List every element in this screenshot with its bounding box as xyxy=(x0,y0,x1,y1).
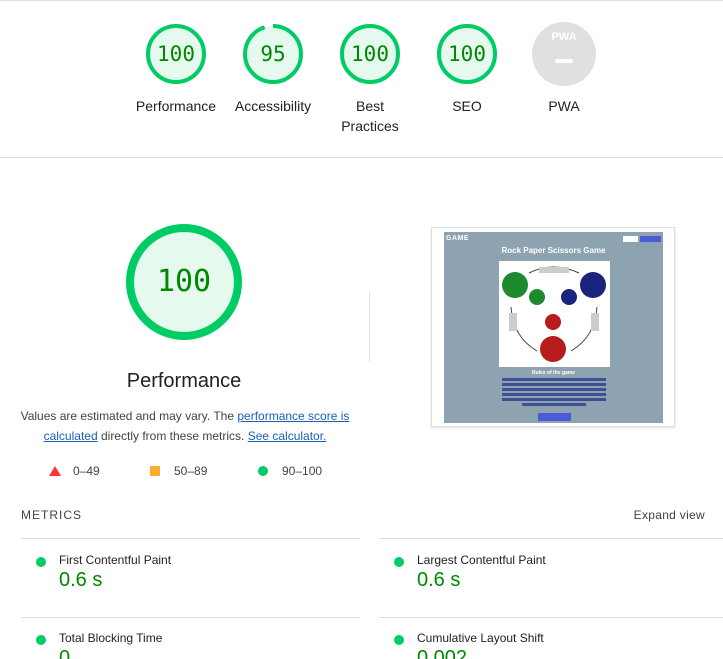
gauge-seo[interactable]: 100 SEO xyxy=(417,22,517,116)
screenshot-text-line xyxy=(502,383,606,386)
metric-name: Cumulative Layout Shift xyxy=(417,631,544,645)
gauge-label: SEO xyxy=(452,98,482,114)
final-screenshot[interactable]: GAME Rock Paper Scissors Game Rules of t… xyxy=(431,227,675,427)
pwa-badge: PWA xyxy=(532,22,596,86)
gauge-label: Accessibility xyxy=(234,98,312,114)
pass-icon xyxy=(36,635,46,645)
performance-score: 100 xyxy=(156,264,212,299)
metric-divider xyxy=(21,538,360,539)
gauge-score: 100 xyxy=(157,42,195,66)
performance-description: Values are estimated and may vary. The p… xyxy=(20,406,350,446)
gauge-performance[interactable]: 100 Performance xyxy=(126,22,226,116)
screenshot-title: Rock Paper Scissors Game xyxy=(501,246,606,255)
screenshot-text-line xyxy=(502,378,606,381)
metric-divider xyxy=(21,617,360,618)
vertical-divider xyxy=(369,292,370,362)
description-text: Values are estimated and may vary. The xyxy=(20,409,238,423)
metric-divider xyxy=(379,538,723,539)
dash-icon xyxy=(555,59,573,63)
metric-value: 0.002 xyxy=(417,647,468,659)
screenshot-text-line xyxy=(502,398,606,401)
expand-view-toggle[interactable]: Expand view xyxy=(634,508,705,522)
gauge-label: Performance xyxy=(135,98,217,114)
performance-gauge: 100 xyxy=(124,222,244,342)
circle-icon xyxy=(258,466,268,476)
screenshot-image: GAME Rock Paper Scissors Game Rules of t… xyxy=(444,232,663,423)
metrics-heading: METRICS xyxy=(21,508,82,522)
description-text: directly from these metrics. xyxy=(97,429,248,443)
screenshot-rules-title: Rules of the game xyxy=(531,370,576,376)
score-summary: 100 Performance 95 Accessibility 100 Bes… xyxy=(0,4,723,158)
gauge-score: 100 xyxy=(448,42,486,66)
gauge-best-practices[interactable]: 100 Best Practices xyxy=(320,22,420,136)
gauge-score: 95 xyxy=(260,42,286,66)
triangle-icon xyxy=(49,466,61,476)
pass-icon xyxy=(36,557,46,567)
screenshot-text-line xyxy=(502,393,606,396)
gauge-label: PWA xyxy=(548,98,580,114)
screenshot-button xyxy=(640,236,661,242)
screenshot-text-line xyxy=(522,403,586,406)
gauge-accessibility[interactable]: 95 Accessibility xyxy=(223,22,323,116)
game-diagram-art xyxy=(502,266,606,362)
metric-name: First Contentful Paint xyxy=(59,553,172,567)
calculator-link[interactable]: See calculator. xyxy=(248,429,327,443)
pass-icon xyxy=(394,557,404,567)
legend-range: 50–89 xyxy=(174,464,208,478)
screenshot-text-line xyxy=(502,388,606,391)
metric-name: Total Blocking Time xyxy=(59,631,163,645)
gauge-pwa[interactable]: PWA PWA xyxy=(514,22,614,116)
pwa-badge-text: PWA xyxy=(551,31,577,43)
legend-range: 90–100 xyxy=(282,464,323,478)
legend-range: 0–49 xyxy=(73,464,100,478)
performance-title: Performance xyxy=(126,370,242,392)
metric-divider xyxy=(379,617,723,618)
metric-value: 0.6 s xyxy=(59,569,103,591)
gauge-label: Best Practices xyxy=(341,98,399,134)
gauge-score: 100 xyxy=(351,42,389,66)
metric-value: 0 xyxy=(59,647,71,659)
metric-value: 0.6 s xyxy=(417,569,461,591)
game-diagram xyxy=(499,261,610,367)
screenshot-play-button xyxy=(538,413,571,421)
screenshot-button xyxy=(623,236,638,242)
screenshot-game-label: GAME xyxy=(446,235,469,242)
square-icon xyxy=(150,466,160,476)
pass-icon xyxy=(394,635,404,645)
metric-name: Largest Contentful Paint xyxy=(417,553,546,567)
